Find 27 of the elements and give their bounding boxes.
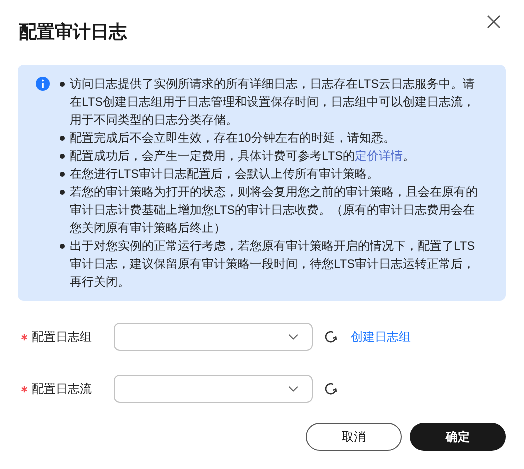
bullet-icon <box>60 82 65 87</box>
cancel-button[interactable]: 取消 <box>306 423 402 451</box>
notice-text: 配置成功后，会产生一定费用，具体计费可参考LTS的定价详情。 <box>70 148 416 165</box>
create-log-group-link[interactable]: 创建日志组 <box>351 328 411 346</box>
notice-text: 若您的审计策略为打开的状态，则将会复用您之前的审计策略，且会在原有的审计日志计费基础上增加您LTS的审计日志收费。（原有的审计日志费用会在您关闭原有审计策略后终止） <box>70 184 479 237</box>
bullet-icon <box>60 244 65 249</box>
bullet-icon <box>60 190 65 195</box>
select-field[interactable] <box>114 323 313 351</box>
close-icon[interactable] <box>486 14 502 30</box>
bullet-icon <box>60 172 65 177</box>
field-label: 配置日志流 <box>32 381 92 398</box>
info-icon <box>36 77 50 91</box>
pricing-link[interactable]: 定价详情 <box>355 149 404 163</box>
notice-text: 在您进行LTS审计日志配置后，会默认上传所有审计策略。 <box>70 166 380 183</box>
chevron-down-icon <box>288 386 299 392</box>
notice-text: 访问日志提供了实例所请求的所有详细日志，日志存在LTS云日志服务中。请在LTS创建日志组用于日志管理和设置保存时间，日志组中可以创建日志流，用于不同类型的日志分类存储。 <box>70 76 476 129</box>
select-field[interactable] <box>114 375 313 403</box>
bullet-icon <box>60 154 65 159</box>
dialog-title: 配置审计日志 <box>19 21 127 44</box>
notice-text: 配置完成后不会立即生效，存在10分钟左右的时延，请知悉。 <box>70 130 396 147</box>
notice-text: 出于对您实例的正常运行考虑，若您原有审计策略开启的情况下，配置了LTS审计日志，建议保留原有审计策略一段时间，待您LTS审计日志运转正常后，再行关闭。 <box>70 238 476 291</box>
chevron-down-icon <box>288 334 299 340</box>
confirm-button[interactable]: 确定 <box>410 423 506 451</box>
field-label: 配置日志组 <box>32 329 92 346</box>
refresh-icon[interactable] <box>324 330 338 344</box>
refresh-icon[interactable] <box>324 382 338 396</box>
bullet-icon <box>60 136 65 141</box>
